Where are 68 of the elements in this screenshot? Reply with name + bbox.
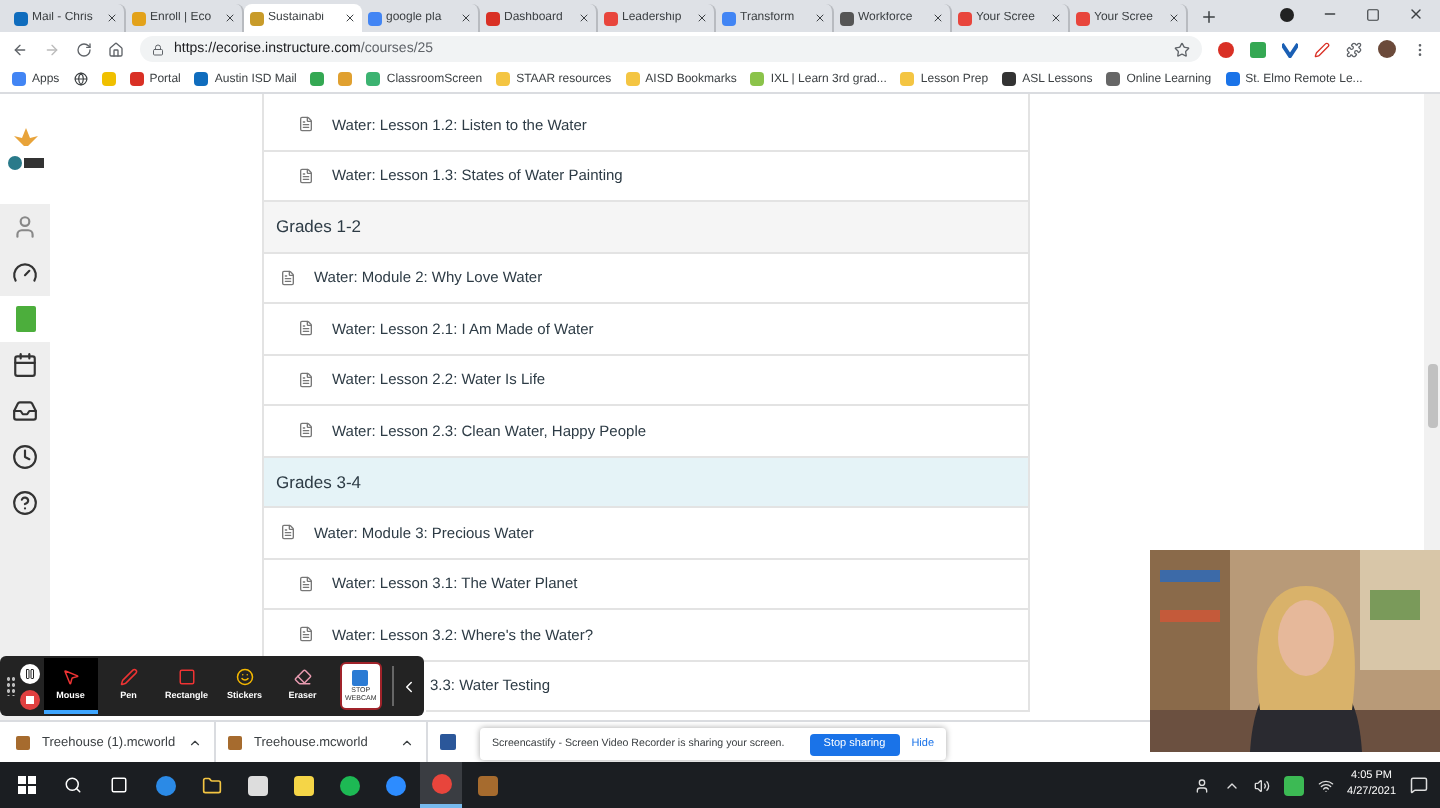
maximize-icon[interactable] bbox=[1366, 7, 1380, 21]
page-icon bbox=[280, 524, 296, 541]
scrollbar[interactable] bbox=[1424, 94, 1440, 550]
calendar-icon[interactable] bbox=[12, 352, 38, 378]
record-icon[interactable] bbox=[1280, 7, 1294, 21]
logo-icon bbox=[13, 128, 37, 148]
help-icon[interactable] bbox=[12, 490, 38, 516]
inbox-icon[interactable] bbox=[12, 398, 38, 424]
caret-icon[interactable] bbox=[188, 735, 202, 749]
close-icon[interactable] bbox=[696, 12, 708, 24]
eraser-icon bbox=[293, 668, 312, 686]
close-icon[interactable] bbox=[578, 12, 590, 24]
pen-icon bbox=[119, 668, 138, 686]
extensions-icon[interactable] bbox=[1346, 41, 1362, 57]
chevron-icon bbox=[400, 677, 418, 695]
close-icon[interactable] bbox=[1408, 6, 1424, 22]
account-icon[interactable] bbox=[12, 214, 38, 240]
close-icon[interactable] bbox=[106, 12, 118, 24]
globe-icon[interactable] bbox=[73, 72, 88, 86]
rectangle-icon bbox=[177, 668, 196, 686]
back-icon[interactable] bbox=[12, 41, 28, 57]
module-header[interactable]: Grades 3-4 bbox=[264, 457, 1028, 508]
page-icon bbox=[298, 422, 314, 439]
page-icon bbox=[298, 626, 314, 643]
network-icon[interactable] bbox=[1317, 777, 1334, 793]
volume-icon[interactable] bbox=[1253, 777, 1270, 793]
close-icon[interactable] bbox=[344, 12, 356, 24]
page-icon bbox=[298, 116, 314, 133]
close-icon[interactable] bbox=[460, 12, 472, 24]
close-icon[interactable] bbox=[224, 12, 236, 24]
close-icon[interactable] bbox=[932, 12, 944, 24]
dashboard-icon[interactable] bbox=[12, 260, 38, 286]
page-icon bbox=[280, 269, 296, 286]
cursor-icon bbox=[61, 668, 80, 686]
webcam-icon bbox=[352, 670, 369, 686]
page-icon bbox=[298, 167, 314, 184]
new-tab-icon[interactable] bbox=[1200, 8, 1218, 26]
page-icon bbox=[298, 320, 314, 337]
page-icon bbox=[298, 575, 314, 592]
module-header[interactable]: Grades 1-2 bbox=[264, 202, 1028, 253]
close-icon[interactable] bbox=[814, 12, 826, 24]
stop-button[interactable] bbox=[19, 689, 40, 709]
page-icon bbox=[298, 371, 314, 388]
app-icon[interactable] bbox=[247, 775, 267, 795]
search-icon[interactable] bbox=[64, 776, 82, 794]
home-icon[interactable] bbox=[108, 41, 124, 57]
stop-icon bbox=[25, 695, 34, 703]
collapse-button[interactable] bbox=[392, 666, 418, 706]
document-icon bbox=[440, 734, 456, 750]
folder-icon[interactable] bbox=[201, 775, 221, 795]
smiley-icon bbox=[235, 668, 254, 686]
people-icon[interactable] bbox=[1193, 777, 1210, 793]
clock-icon[interactable] bbox=[12, 444, 38, 470]
notifications-icon[interactable] bbox=[1410, 776, 1428, 794]
caret-icon[interactable] bbox=[400, 735, 414, 749]
pause-icon bbox=[23, 667, 36, 679]
notebook-icon[interactable] bbox=[14, 306, 36, 332]
task-view-icon[interactable] bbox=[110, 776, 128, 794]
app-icon[interactable] bbox=[293, 775, 313, 795]
app-icon[interactable] bbox=[1283, 775, 1304, 795]
reload-icon[interactable] bbox=[76, 41, 92, 57]
close-icon[interactable] bbox=[1168, 12, 1180, 24]
avatar-icon[interactable] bbox=[1378, 40, 1396, 58]
pen-icon[interactable] bbox=[1314, 41, 1330, 57]
logo-icon bbox=[7, 156, 43, 170]
close-icon[interactable] bbox=[1050, 12, 1062, 24]
pause-button[interactable] bbox=[19, 663, 40, 683]
windows-icon[interactable] bbox=[18, 776, 36, 794]
